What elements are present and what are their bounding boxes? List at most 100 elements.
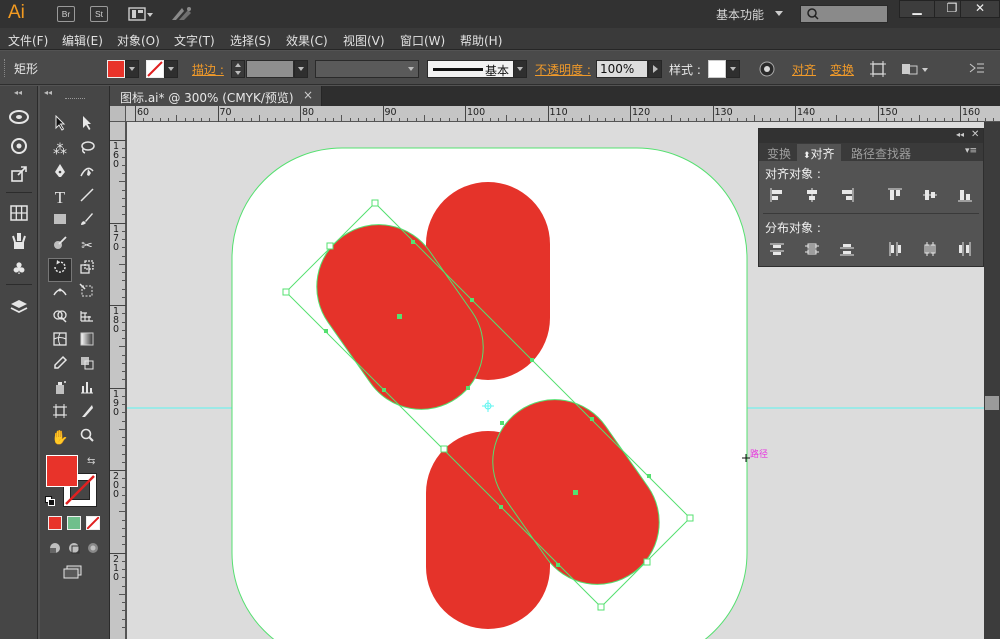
stroke-weight-dropdown[interactable]: [294, 60, 308, 78]
type-tool-icon[interactable]: T: [49, 187, 71, 209]
magic-wand-tool-icon[interactable]: ⁂: [49, 139, 71, 161]
graphic-style-swatch[interactable]: [708, 60, 726, 78]
curvature-tool-icon[interactable]: [76, 163, 98, 185]
stroke-none-swatch[interactable]: [146, 60, 164, 78]
shape-builder-tool-icon[interactable]: [49, 307, 71, 329]
arrange-objects-icon[interactable]: [900, 60, 930, 78]
arrange-documents-icon[interactable]: [128, 6, 154, 22]
panel-header[interactable]: ◂◂ ✕: [759, 129, 983, 143]
distribute-vertical-center-icon[interactable]: [804, 241, 820, 257]
slice-tool-icon[interactable]: [76, 403, 98, 425]
minimize-button[interactable]: ▁: [899, 0, 935, 18]
opacity-dropdown[interactable]: [648, 60, 662, 78]
align-top-icon[interactable]: [887, 187, 903, 203]
menu-window[interactable]: 窗口(W): [400, 32, 445, 49]
close-document-button[interactable]: ×: [303, 88, 313, 102]
layers-icon[interactable]: [7, 298, 31, 320]
recolor-artwork-icon[interactable]: [758, 60, 776, 78]
pen-tool-icon[interactable]: [49, 163, 71, 185]
creative-cloud-libraries-icon[interactable]: [7, 108, 31, 130]
draw-behind-icon[interactable]: [67, 541, 81, 555]
tab-transform[interactable]: 变换: [761, 144, 797, 161]
brush-definition-dropdown[interactable]: 基本: [427, 60, 527, 78]
tab-pathfinder[interactable]: 路径查找器: [845, 144, 917, 161]
panel-menu-icon[interactable]: [968, 61, 986, 75]
color-mode-button[interactable]: [48, 516, 62, 530]
isolate-selection-icon[interactable]: [869, 60, 887, 78]
horizontal-ruler[interactable]: 60 70 80 90 100 110 120 130 140 150 160: [110, 106, 1000, 122]
menu-help[interactable]: 帮助(H): [460, 32, 502, 49]
distribute-horizontal-center-icon[interactable]: [922, 241, 938, 257]
free-transform-tool-icon[interactable]: [76, 283, 98, 305]
gradient-tool-icon[interactable]: [76, 331, 98, 353]
distribute-left-icon[interactable]: [887, 241, 903, 257]
shaper-tool-icon[interactable]: [49, 235, 71, 257]
menu-file[interactable]: 文件(F): [8, 32, 48, 49]
scrollbar-thumb[interactable]: [985, 396, 999, 410]
variable-width-profile-dropdown[interactable]: [315, 60, 419, 78]
symbols-club-icon[interactable]: ♣: [7, 258, 31, 280]
stroke-weight-stepper[interactable]: [231, 60, 245, 78]
stroke-label[interactable]: 描边 :: [192, 61, 224, 78]
align-vertical-center-icon[interactable]: [922, 187, 938, 203]
bridge-button[interactable]: Br: [57, 6, 75, 22]
perspective-grid-tool-icon[interactable]: [76, 307, 98, 329]
gpu-performance-icon[interactable]: [170, 5, 194, 23]
chevron-down-icon[interactable]: [775, 11, 783, 16]
hand-tool-icon[interactable]: ✋: [49, 427, 71, 449]
distribute-bottom-icon[interactable]: [839, 241, 855, 257]
workspace-switcher[interactable]: 基本功能: [716, 6, 764, 23]
fill-dropdown[interactable]: [125, 60, 139, 78]
style-dropdown[interactable]: [726, 60, 740, 78]
align-horizontal-center-icon[interactable]: [804, 187, 820, 203]
paintbrush-tool-icon[interactable]: [76, 211, 98, 233]
vertical-ruler[interactable]: 160 170 180 190 200 210: [110, 122, 126, 639]
default-colors-icon[interactable]: [45, 495, 55, 506]
scissors-tool-icon[interactable]: ✂: [76, 235, 98, 257]
fill-color-box[interactable]: [46, 455, 78, 487]
brushes-icon[interactable]: [7, 231, 31, 253]
tab-align[interactable]: ⬍对齐: [797, 144, 841, 161]
column-graph-tool-icon[interactable]: [76, 379, 98, 401]
transform-panel-link[interactable]: 变换: [830, 61, 854, 78]
menu-object[interactable]: 对象(O): [117, 32, 160, 49]
ruler-origin[interactable]: [110, 106, 126, 122]
vertical-scrollbar[interactable]: [984, 122, 1000, 639]
opacity-label[interactable]: 不透明度 :: [535, 61, 591, 78]
swap-fill-stroke-icon[interactable]: ⇆: [87, 456, 95, 467]
draw-inside-icon[interactable]: [86, 541, 100, 555]
collapse-tools-icon[interactable]: ◂◂: [44, 88, 52, 97]
menu-select[interactable]: 选择(S): [230, 32, 271, 49]
align-right-icon[interactable]: [839, 187, 855, 203]
document-tab[interactable]: 图标.ai* @ 300% (CMYK/预览) ×: [110, 86, 322, 106]
rectangle-tool-icon[interactable]: [49, 211, 71, 233]
opacity-input[interactable]: 100%: [596, 60, 648, 78]
color-wheel-icon[interactable]: [7, 136, 31, 158]
distribute-top-icon[interactable]: [769, 241, 785, 257]
align-bottom-icon[interactable]: [957, 187, 973, 203]
distribute-right-icon[interactable]: [957, 241, 973, 257]
close-panel-icon[interactable]: ✕: [971, 129, 979, 140]
lasso-tool-icon[interactable]: [76, 139, 98, 161]
stroke-dropdown[interactable]: [164, 60, 178, 78]
blend-tool-icon[interactable]: [76, 355, 98, 377]
swatches-grid-icon[interactable]: [7, 204, 31, 226]
menu-type[interactable]: 文字(T): [174, 32, 215, 49]
draw-normal-icon[interactable]: [48, 541, 62, 555]
direct-selection-tool-icon[interactable]: [76, 115, 98, 137]
close-window-button[interactable]: ✕: [960, 0, 1000, 18]
zoom-tool-icon[interactable]: [76, 427, 98, 449]
width-tool-icon[interactable]: [49, 283, 71, 305]
align-panel-link[interactable]: 对齐: [792, 61, 816, 78]
symbol-sprayer-tool-icon[interactable]: [49, 379, 71, 401]
stock-button[interactable]: St: [90, 6, 108, 22]
help-search-input[interactable]: [800, 5, 888, 23]
export-asset-icon[interactable]: [7, 164, 31, 186]
scale-tool-icon[interactable]: [76, 259, 98, 281]
menu-effect[interactable]: 效果(C): [286, 32, 328, 49]
stroke-weight-input[interactable]: [246, 60, 294, 78]
line-segment-tool-icon[interactable]: [76, 187, 98, 209]
menu-view[interactable]: 视图(V): [343, 32, 385, 49]
artboard-tool-icon[interactable]: [49, 403, 71, 425]
fill-color-swatch[interactable]: [107, 60, 125, 78]
